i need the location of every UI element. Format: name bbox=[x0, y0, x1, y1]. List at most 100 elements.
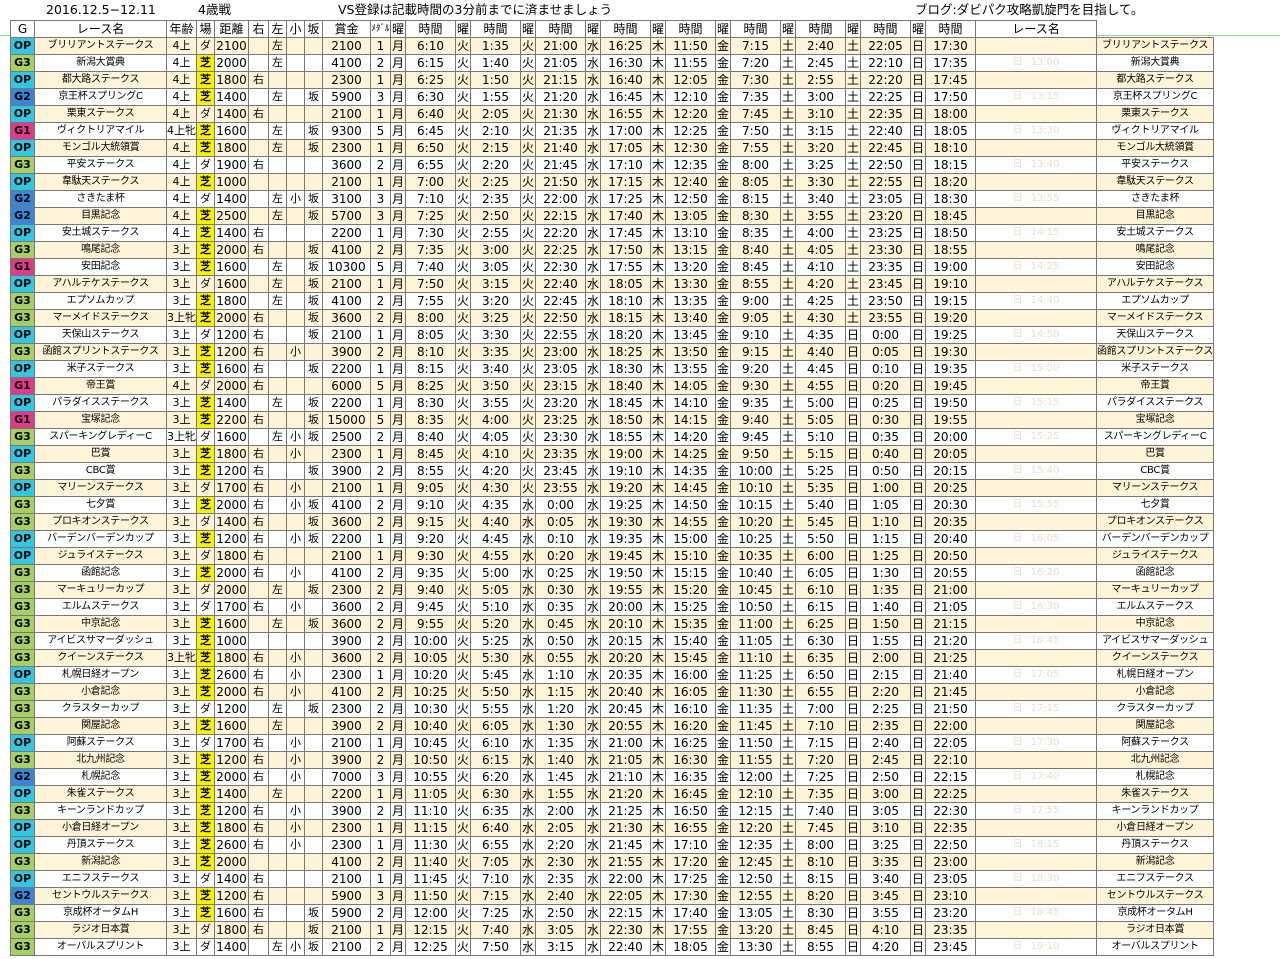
distance-cell: 1400 bbox=[214, 394, 249, 412]
time-cell: 10:30 bbox=[405, 700, 456, 718]
column-header: 曜 bbox=[845, 20, 861, 38]
distance-cell: 2000 bbox=[214, 853, 249, 871]
faded-time-cell bbox=[975, 581, 1097, 599]
medal-cell: 5 bbox=[370, 377, 391, 395]
distance-cell: 1400 bbox=[214, 190, 249, 208]
right-turn-cell bbox=[248, 615, 269, 633]
column-header: 左 bbox=[268, 20, 287, 38]
faded-time-cell: 日 15:40 bbox=[975, 462, 1097, 480]
weekday-cell: 金 bbox=[715, 394, 731, 412]
time-cell: 2:50 bbox=[470, 207, 521, 225]
small-course-cell bbox=[286, 785, 305, 803]
small-course-cell bbox=[286, 241, 305, 259]
time-cell: 22:35 bbox=[925, 819, 976, 837]
medal-cell: 1 bbox=[370, 37, 391, 55]
time-cell: 23:45 bbox=[860, 275, 911, 293]
grade-badge: G3 bbox=[10, 751, 35, 769]
race-name-right: 朱雀ステークス bbox=[1095, 785, 1215, 803]
time-cell: 9:10 bbox=[730, 326, 781, 344]
medal-cell: 2 bbox=[370, 343, 391, 361]
weekday-cell: 金 bbox=[715, 768, 731, 786]
time-cell: 3:20 bbox=[795, 139, 846, 157]
slope-cell: 坂 bbox=[304, 581, 323, 599]
time-cell: 23:35 bbox=[535, 445, 586, 463]
right-turn-cell: 右 bbox=[248, 496, 269, 514]
time-cell: 7:40 bbox=[795, 802, 846, 820]
small-course-cell: 小 bbox=[286, 666, 305, 684]
table-row: G3 マーメイドステークス 3上牝芝 2000 右坂 3600 2 月 8:00 火 3:25 火 22… bbox=[10, 309, 1215, 327]
time-cell: 6:40 bbox=[405, 105, 456, 123]
age-cell: 3上牝 bbox=[166, 428, 197, 446]
faded-time: 14:40 bbox=[1030, 295, 1060, 306]
race-name-right: ラジオ日本賞 bbox=[1095, 921, 1215, 939]
weekday-cell: 水 bbox=[585, 598, 601, 616]
medal-cell: 1 bbox=[370, 275, 391, 293]
age-cell: 3上 bbox=[166, 887, 197, 905]
weekday-cell: 木 bbox=[650, 564, 666, 582]
prize-cell: 2100 bbox=[322, 326, 371, 344]
small-course-cell bbox=[286, 360, 305, 378]
time-cell: 21:45 bbox=[535, 156, 586, 174]
prize-cell: 5700 bbox=[322, 207, 371, 225]
time-cell: 21:10 bbox=[600, 768, 651, 786]
weekday-cell: 月 bbox=[390, 632, 406, 650]
weekday-cell: 日 bbox=[845, 751, 861, 769]
right-turn-cell bbox=[248, 632, 269, 650]
prize-cell: 4100 bbox=[322, 564, 371, 582]
time-cell: 7:50 bbox=[470, 938, 521, 956]
time-cell: 20:15 bbox=[600, 632, 651, 650]
time-cell: 8:05 bbox=[730, 173, 781, 191]
time-cell: 19:50 bbox=[600, 564, 651, 582]
slope-cell bbox=[304, 887, 323, 905]
weekday-cell: 金 bbox=[715, 224, 731, 242]
weekday-cell: 火 bbox=[455, 309, 471, 327]
weekday-cell: 日 bbox=[910, 938, 926, 956]
race-name: マーメイドステークス bbox=[34, 309, 167, 327]
weekday-cell: 木 bbox=[650, 207, 666, 225]
weekday-cell: 月 bbox=[390, 156, 406, 174]
time-cell: 21:20 bbox=[535, 88, 586, 106]
distance-cell: 2200 bbox=[214, 411, 249, 429]
time-cell: 8:55 bbox=[405, 462, 456, 480]
weekday-cell: 木 bbox=[650, 683, 666, 701]
time-cell: 3:10 bbox=[860, 819, 911, 837]
race-name-right: ジュライステークス bbox=[1095, 547, 1215, 565]
weekday-cell: 水 bbox=[585, 445, 601, 463]
time-cell: 11:30 bbox=[730, 683, 781, 701]
time-cell: 2:00 bbox=[535, 802, 586, 820]
faded-time-cell bbox=[975, 343, 1097, 361]
time-cell: 2:30 bbox=[535, 853, 586, 871]
weekday-cell: 木 bbox=[650, 139, 666, 157]
distance-cell: 1800 bbox=[214, 71, 249, 89]
slope-cell bbox=[304, 105, 323, 123]
medal-cell: 1 bbox=[370, 326, 391, 344]
right-turn-cell: 右 bbox=[248, 649, 269, 667]
left-turn-cell: 左 bbox=[268, 717, 287, 735]
time-cell: 11:10 bbox=[405, 802, 456, 820]
race-name: 阿蘇ステークス bbox=[34, 734, 167, 752]
time-cell: 23:10 bbox=[925, 887, 976, 905]
time-cell: 4:45 bbox=[795, 360, 846, 378]
weekday-cell: 土 bbox=[780, 309, 796, 327]
race-name-right: 京王杯スプリングC bbox=[1095, 88, 1215, 106]
weekday-cell: 水 bbox=[520, 513, 536, 531]
race-name: エルムステークス bbox=[34, 598, 167, 616]
time-cell: 3:15 bbox=[795, 122, 846, 140]
prize-cell: 3600 bbox=[322, 598, 371, 616]
weekday-cell: 金 bbox=[715, 581, 731, 599]
weekday-cell: 月 bbox=[390, 564, 406, 582]
surface-cell: 芝 bbox=[196, 768, 215, 786]
weekday-cell: 日 bbox=[910, 326, 926, 344]
slope-cell bbox=[304, 751, 323, 769]
slope-cell bbox=[304, 785, 323, 803]
time-cell: 11:50 bbox=[405, 887, 456, 905]
weekday-cell: 水 bbox=[585, 343, 601, 361]
race-name: 目黒記念 bbox=[34, 207, 167, 225]
race-name: 札幌記念 bbox=[34, 768, 167, 786]
slope-cell: 坂 bbox=[304, 462, 323, 480]
weekday-cell: 木 bbox=[650, 122, 666, 140]
grade-badge: G3 bbox=[10, 615, 35, 633]
time-cell: 10:45 bbox=[405, 734, 456, 752]
time-cell: 17:05 bbox=[600, 139, 651, 157]
weekday-cell: 月 bbox=[390, 54, 406, 72]
